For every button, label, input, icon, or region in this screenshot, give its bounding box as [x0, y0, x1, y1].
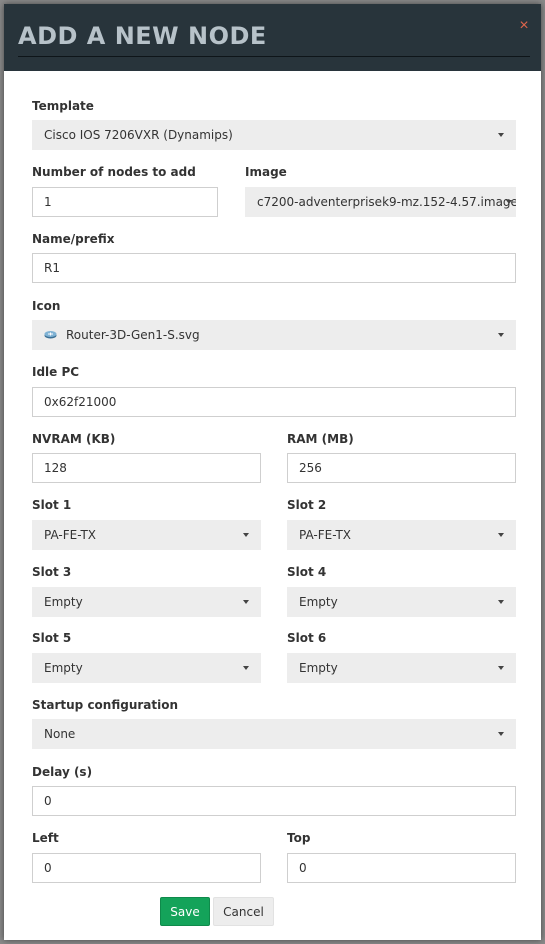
slot2-select[interactable]: PA-FE-TX: [287, 520, 516, 550]
chevron-down-icon: [498, 600, 504, 604]
idle-pc-input[interactable]: [32, 387, 516, 417]
chevron-down-icon: [498, 333, 504, 337]
slot3-label: Slot 3: [32, 565, 72, 579]
image-label: Image: [245, 165, 287, 179]
chevron-down-icon: [498, 732, 504, 736]
slot6-select[interactable]: Empty: [287, 653, 516, 683]
chevron-down-icon: [243, 666, 249, 670]
startup-config-value: None: [44, 727, 76, 741]
slot1-value: PA-FE-TX: [44, 528, 97, 542]
top-input[interactable]: [287, 853, 516, 883]
left-input[interactable]: [32, 853, 261, 883]
image-select[interactable]: c7200-adventerprisek9-mz.152-4.57.image: [245, 187, 516, 217]
slot5-label: Slot 5: [32, 631, 72, 645]
chevron-down-icon: [498, 666, 504, 670]
chevron-down-icon: [243, 600, 249, 604]
save-button[interactable]: Save: [160, 897, 210, 926]
node-count-input[interactable]: [32, 187, 218, 217]
title-divider: [18, 56, 530, 57]
slot4-label: Slot 4: [287, 565, 327, 579]
slot6-label: Slot 6: [287, 631, 327, 645]
delay-input[interactable]: [32, 786, 516, 816]
chevron-down-icon: [498, 133, 504, 137]
ram-label: RAM (MB): [287, 432, 354, 446]
slot4-value: Empty: [299, 595, 338, 609]
slot5-value: Empty: [44, 661, 83, 675]
ram-input[interactable]: [287, 453, 516, 483]
slot4-select[interactable]: Empty: [287, 587, 516, 617]
idle-pc-label: Idle PC: [32, 365, 80, 379]
top-label: Top: [287, 831, 311, 845]
left-label: Left: [32, 831, 59, 845]
close-icon[interactable]: ×: [517, 18, 531, 34]
template-select[interactable]: Cisco IOS 7206VXR (Dynamips): [32, 120, 516, 150]
slot6-value: Empty: [299, 661, 338, 675]
template-label: Template: [32, 99, 94, 113]
chevron-down-icon: [243, 533, 249, 537]
slot5-select[interactable]: Empty: [32, 653, 261, 683]
name-label: Name/prefix: [32, 232, 115, 246]
node-count-label: Number of nodes to add: [32, 165, 196, 179]
dialog-title: ADD A NEW NODE: [18, 22, 267, 50]
slot1-label: Slot 1: [32, 498, 72, 512]
slot2-label: Slot 2: [287, 498, 327, 512]
template-value: Cisco IOS 7206VXR (Dynamips): [44, 128, 233, 142]
slot2-value: PA-FE-TX: [299, 528, 352, 542]
delay-label: Delay (s): [32, 765, 93, 779]
slot1-select[interactable]: PA-FE-TX: [32, 520, 261, 550]
slot3-select[interactable]: Empty: [32, 587, 261, 617]
icon-label: Icon: [32, 299, 61, 313]
router-icon: [44, 331, 57, 339]
chevron-down-icon: [506, 200, 512, 204]
chevron-down-icon: [498, 533, 504, 537]
image-value: c7200-adventerprisek9-mz.152-4.57.image: [257, 195, 516, 209]
slot3-value: Empty: [44, 595, 83, 609]
startup-config-select[interactable]: None: [32, 719, 516, 749]
cancel-button[interactable]: Cancel: [213, 897, 274, 926]
dialog-header: ADD A NEW NODE ×: [4, 4, 541, 71]
nvram-label: NVRAM (KB): [32, 432, 116, 446]
icon-value: Router-3D-Gen1-S.svg: [66, 328, 200, 342]
startup-config-label: Startup configuration: [32, 698, 179, 712]
icon-select[interactable]: Router-3D-Gen1-S.svg: [32, 320, 516, 350]
add-node-dialog: ADD A NEW NODE × Template Cisco IOS 7206…: [4, 4, 541, 940]
name-input[interactable]: [32, 253, 516, 283]
nvram-input[interactable]: [32, 453, 261, 483]
